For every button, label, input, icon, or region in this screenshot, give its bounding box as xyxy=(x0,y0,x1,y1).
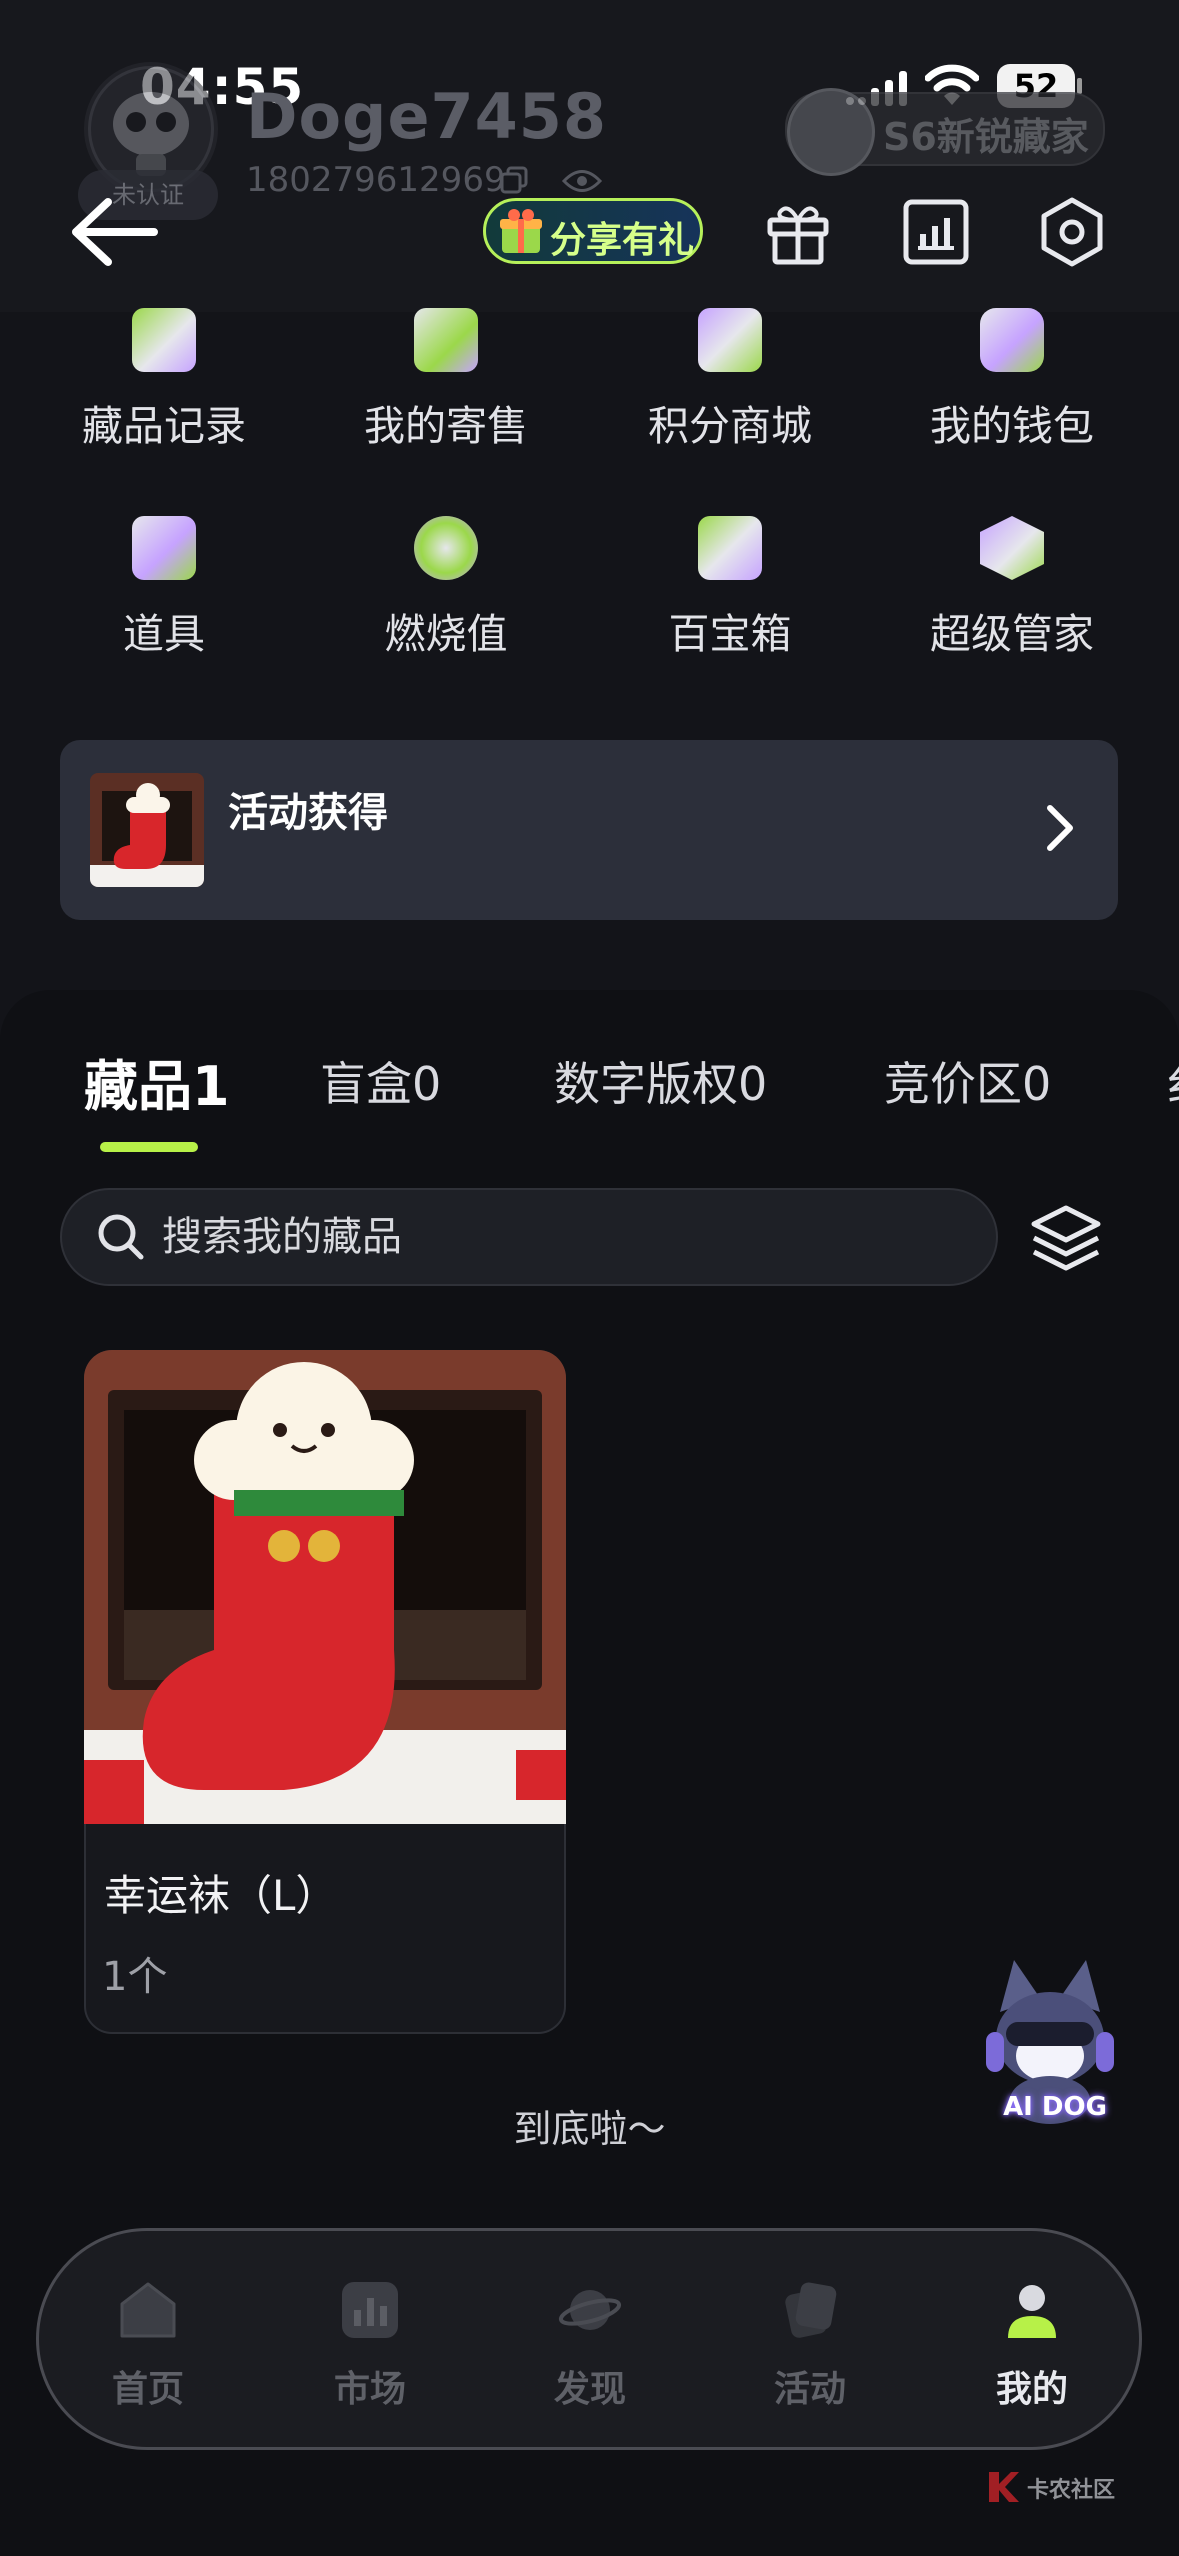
grid-item-flame[interactable]: 燃烧值 xyxy=(336,516,556,660)
nav-profile[interactable]: 我的 xyxy=(952,2278,1112,2412)
tab-active-indicator xyxy=(100,1142,198,1152)
treasure-box-icon xyxy=(698,516,762,580)
copy-icon[interactable] xyxy=(500,166,528,194)
collection-card-title: 幸运袜（L） xyxy=(104,1871,338,1920)
activity-icon xyxy=(785,2282,837,2338)
chevron-right-icon xyxy=(1047,805,1073,851)
search-icon xyxy=(98,1214,144,1260)
grid-item-props[interactable]: 道具 xyxy=(54,516,274,660)
watermark-logo-icon xyxy=(989,2472,1019,2502)
share-rewards-button[interactable]: 分享有礼 xyxy=(483,198,703,264)
collection-card-count: 1个 xyxy=(102,1954,168,2000)
tab-overflow[interactable]: 纟 xyxy=(1166,1048,1179,1114)
nav-home[interactable]: 首页 xyxy=(68,2278,228,2412)
stocking-thumbnail xyxy=(90,773,204,887)
gift-icon[interactable] xyxy=(762,196,834,268)
points-mall-icon xyxy=(698,308,762,372)
nav-activity[interactable]: 活动 xyxy=(730,2278,890,2412)
butler-icon xyxy=(980,516,1044,580)
level-badge[interactable]: S6新锐藏家 xyxy=(785,88,1105,176)
wallet-icon xyxy=(980,308,1044,372)
layers-icon[interactable] xyxy=(1028,1200,1104,1276)
phone-number: 180279612969 xyxy=(246,160,506,200)
lucky-sock-image xyxy=(84,1350,566,1824)
market-icon xyxy=(342,2282,398,2338)
level-badge-label: S6新锐藏家 xyxy=(883,115,1089,159)
props-icon xyxy=(132,516,196,580)
consignment-icon xyxy=(414,308,478,372)
grid-item-collection-record[interactable]: 藏品记录 xyxy=(54,308,274,452)
flame-icon xyxy=(414,516,478,580)
eye-icon[interactable] xyxy=(562,166,602,196)
banner-title: 活动获得 xyxy=(228,790,388,836)
end-of-list-text: 到底啦～ xyxy=(513,2107,666,2151)
medal-icon xyxy=(787,88,875,176)
settings-icon[interactable] xyxy=(1036,196,1108,268)
gift-box-icon xyxy=(500,209,542,253)
grid-item-treasure-box[interactable]: 百宝箱 xyxy=(620,516,840,660)
nav-discover[interactable]: 发现 xyxy=(510,2278,670,2412)
back-arrow-icon[interactable] xyxy=(64,192,164,272)
username: Doge7458 xyxy=(246,80,608,153)
grid-item-wallet[interactable]: 我的钱包 xyxy=(902,308,1122,452)
tab-collections[interactable]: 藏品1 xyxy=(84,1042,230,1121)
home-icon xyxy=(120,2282,176,2338)
stats-chart-icon[interactable] xyxy=(900,196,972,268)
discover-icon xyxy=(558,2290,622,2330)
profile-icon xyxy=(1008,2285,1056,2338)
collection-record-icon xyxy=(132,308,196,372)
tab-digital-copyright[interactable]: 数字版权0 xyxy=(554,1048,767,1114)
watermark: 卡农社区 xyxy=(985,2468,1165,2518)
search-input[interactable] xyxy=(160,1200,964,1274)
nav-market[interactable]: 市场 xyxy=(290,2278,450,2412)
battery-tip xyxy=(1077,78,1082,94)
tab-bidding[interactable]: 竞价区0 xyxy=(884,1048,1051,1114)
share-rewards-label: 分享有礼 xyxy=(550,220,695,261)
grid-item-points-mall[interactable]: 积分商城 xyxy=(620,308,840,452)
grid-item-consignment[interactable]: 我的寄售 xyxy=(336,308,556,452)
grid-item-butler[interactable]: 超级管家 xyxy=(902,516,1122,660)
tab-blind-box[interactable]: 盲盒0 xyxy=(320,1048,441,1114)
activity-banner[interactable] xyxy=(60,740,1118,920)
